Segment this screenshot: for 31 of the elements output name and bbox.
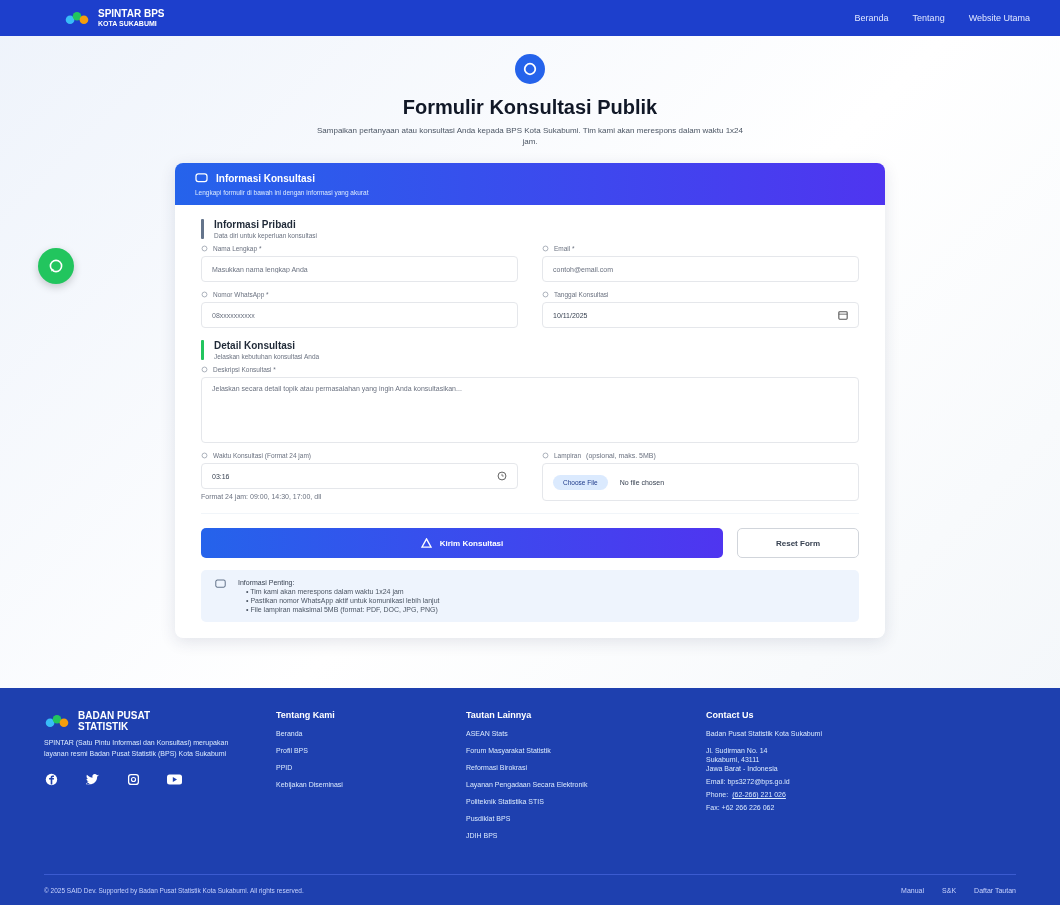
submit-button[interactable]: Kirim Konsultasi: [201, 528, 723, 559]
card-title: Informasi Konsultasi: [216, 173, 315, 185]
footer-heading: Tautan Lainnya: [466, 710, 533, 720]
field-icon: [542, 245, 549, 253]
page-subtitle: Sampaikan pertanyaan atau konsultasi Anda kepada BPS Kota Sukabumi. Tim kami akan merespons dalam waktu 1x24 jam.: [316, 125, 744, 148]
reset-button[interactable]: Reset Form: [737, 528, 859, 559]
logo-icon: [64, 9, 90, 27]
field-icon: [201, 452, 208, 460]
facebook-icon[interactable]: [44, 773, 59, 786]
field-icon: [542, 291, 549, 299]
calendar-icon: [838, 310, 848, 321]
section-title: Informasi Pribadi: [214, 219, 297, 231]
nav-link[interactable]: Tentang: [912, 13, 945, 23]
footer-heading: Contact Us: [706, 710, 755, 720]
field-icon: [542, 452, 549, 460]
section-title: Detail Konsultasi: [214, 340, 297, 352]
instagram-icon[interactable]: [126, 773, 141, 786]
nav-link[interactable]: Website Utama: [968, 13, 1030, 23]
footer-heading: Tentang Kami: [276, 710, 336, 720]
footer-brand: BADAN PUSAT STATISTIK: [78, 710, 152, 732]
field-icon: [201, 245, 208, 253]
field-icon: [201, 366, 208, 374]
twitter-icon[interactable]: [85, 773, 100, 786]
logo-icon: [44, 712, 70, 730]
brand-name: SPINTAR BPS: [98, 9, 165, 19]
info-icon: [215, 579, 226, 590]
clock-icon: [497, 471, 507, 482]
youtube-icon[interactable]: [167, 773, 182, 786]
page-title: Formulir Konsultasi Publik: [402, 96, 658, 119]
field-icon: [201, 291, 208, 299]
nav-link[interactable]: Beranda: [854, 13, 889, 23]
